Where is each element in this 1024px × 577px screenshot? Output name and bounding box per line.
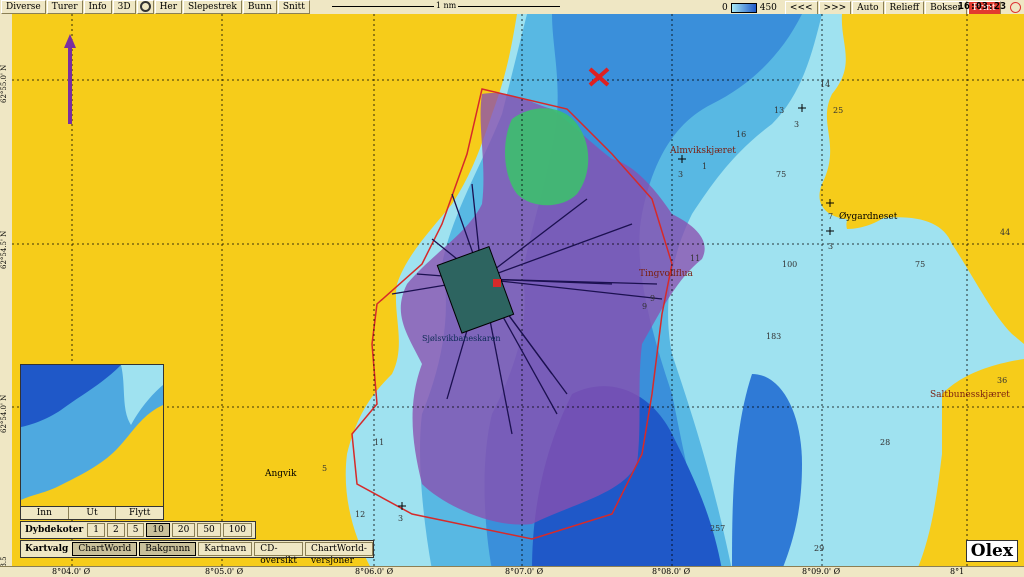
sounding: 7 [828,212,834,221]
relieff-button[interactable]: Relieff [884,1,925,15]
sounding: 14 [820,80,831,89]
lon-label: 8°04.0' Ø [52,567,91,576]
menu-slepestrek[interactable]: Slepestrek [183,0,242,14]
move-button[interactable]: Flytt [116,507,163,519]
sounding: 3 [678,170,684,179]
menu-turer[interactable]: Turer [46,0,83,14]
contour-option-50[interactable]: 50 [197,523,221,537]
contour-option-5[interactable]: 5 [126,523,145,537]
auto-button[interactable]: Auto [852,1,884,15]
green-zone [505,108,589,206]
scale-label: 1 nm [433,1,459,10]
target-icon[interactable] [136,0,154,14]
depth-max: 450 [759,3,777,13]
lon-label: 8°06.0' Ø [355,567,394,576]
depth-contour-panel: Dybdekoter 1 2 5 10 20 50 100 [20,521,256,539]
sounding: 16 [736,130,747,139]
clock-icon[interactable] [1010,2,1021,13]
place-almvikskjaeret: Almvikskjæret [670,146,736,156]
chartworld-button[interactable]: ChartWorld [72,542,138,556]
sounding: 11 [690,254,701,263]
lat-label: 62°54.0' N [0,394,8,434]
place-oygardneset: Øygardneset [839,212,898,222]
chart-names-button[interactable]: Kartnavn [198,542,253,556]
sounding: 5 [322,464,328,473]
sounding: 75 [776,170,787,179]
depth-min: 0 [722,3,728,13]
depth-contour-label: Dybdekoter [25,525,84,535]
contour-option-100[interactable]: 100 [222,523,252,537]
sounding: 12 [355,510,366,519]
background-button[interactable]: Bakgrunn [139,542,197,556]
cd-overview-button[interactable]: CD-oversikt [254,542,303,566]
chartworld-versions-button[interactable]: ChartWorld-versjoner [304,542,373,566]
sounding: 100 [782,260,798,269]
place-angvik: Angvik [265,469,297,479]
sounding: 3 [398,514,404,523]
menu-snitt[interactable]: Snitt [277,0,310,14]
lon-label: 8°05.0' Ø [205,567,244,576]
sounding: 75 [915,260,926,269]
back-button[interactable]: <<< [784,1,818,15]
top-toolbar: Diverse Turer Info 3D Her Slepestrek Bun… [0,0,1024,15]
sounding: 44 [1000,228,1011,237]
sounding: 29 [814,544,825,553]
sounding: 9 [642,302,648,311]
lat-label: 62°55.0' N [0,64,8,104]
contour-option-1[interactable]: 1 [87,523,105,537]
contour-option-10[interactable]: 10 [146,523,170,537]
sounding: 1 [702,162,708,171]
menu-diverse[interactable]: Diverse [1,0,46,14]
minimap-controls: Inn Ut Flytt [20,506,164,520]
zoom-in-button[interactable]: Inn [21,507,69,519]
lat-label: 62°54.5' N [0,230,8,270]
contour-option-2[interactable]: 2 [106,523,125,537]
place-sjolsvikbaneskaren: Sjølsvikbaneskaren [422,334,501,343]
sounding: 13 [774,106,785,115]
lon-label: 8°1 [950,567,965,576]
sounding: 25 [833,106,844,115]
menu-bunn[interactable]: Bunn [242,0,277,14]
olex-logo: Olex [965,540,1018,562]
zoom-out-button[interactable]: Ut [69,507,117,519]
sounding: 3 [828,242,834,251]
menu-her[interactable]: Her [154,0,183,14]
minimap-canvas[interactable] [21,365,163,507]
menu-info[interactable]: Info [83,0,112,14]
depth-legend: 0 450 [722,1,777,15]
place-tingvollflua: Tingvollflua [639,269,693,279]
sounding: 11 [374,438,385,447]
lon-label: 8°08.0' Ø [652,567,691,576]
contour-option-20[interactable]: 20 [171,523,196,537]
sounding: 183 [766,332,782,341]
chart-select-panel: Kartvalg ChartWorld Bakgrunn Kartnavn CD… [20,540,374,566]
lon-label: 8°07.0' Ø [505,567,544,576]
menu-3d[interactable]: 3D [112,0,136,14]
forward-button[interactable]: >>> [818,1,852,15]
chart-select-label: Kartvalg [25,544,69,554]
lon-label: 8°09.0' Ø [802,567,841,576]
sounding: 3 [794,120,800,129]
farm-marker [493,279,501,287]
sounding: 28 [880,438,891,447]
sounding: 9 [650,294,656,303]
longitude-frame: 8°04.0' Ø 8°05.0' Ø 8°06.0' Ø 8°07.0' Ø … [0,566,1024,577]
sounding: 257 [710,524,726,533]
depth-gradient [730,3,757,13]
place-saltbunesskjaeret: Saltbunesskjæret [930,390,1010,400]
clock-time: 16:03:23 [957,1,1006,12]
overview-minimap[interactable] [20,364,164,508]
scale-bar: 1 nm [332,1,560,13]
sounding: 36 [997,376,1008,385]
